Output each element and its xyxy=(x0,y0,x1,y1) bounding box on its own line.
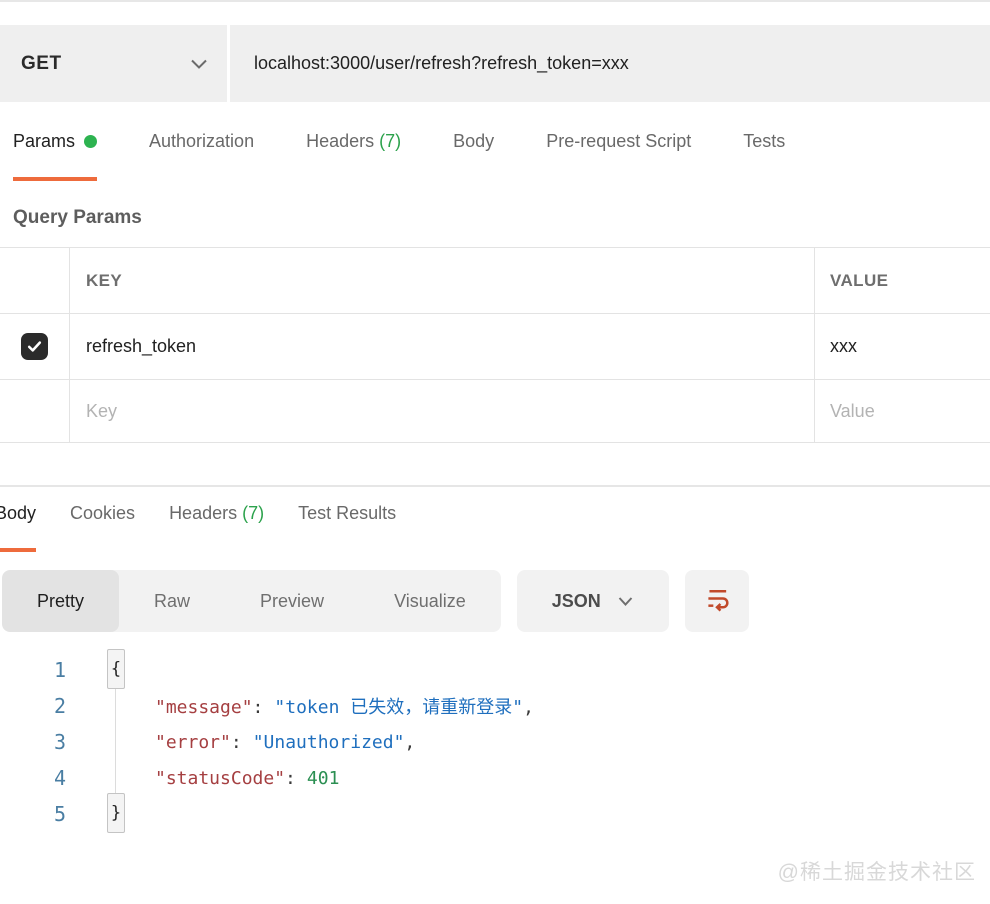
response-tab-cookies[interactable]: Cookies xyxy=(70,502,135,552)
json-string-value: "Unauthorized" xyxy=(253,732,405,753)
response-tab-body[interactable]: Body xyxy=(0,502,36,552)
params-active-dot xyxy=(84,135,97,148)
chevron-down-icon xyxy=(617,596,634,607)
tab-params-label: Params xyxy=(13,131,75,151)
top-divider xyxy=(0,0,990,2)
line-number: 3 xyxy=(0,730,68,754)
wrap-text-button[interactable] xyxy=(685,570,749,632)
response-view-controls: Pretty Raw Preview Visualize JSON xyxy=(2,570,990,632)
table-row: refresh_token xxx xyxy=(0,314,990,380)
header-checkbox-cell xyxy=(0,248,70,313)
query-params-table: KEY VALUE refresh_token xxx Key Value xyxy=(0,247,990,443)
line-number: 4 xyxy=(0,766,68,790)
fold-gutter: } xyxy=(68,796,124,832)
fold-marker-open-brace[interactable]: { xyxy=(107,649,125,689)
url-input[interactable]: localhost:3000/user/refresh?refresh_toke… xyxy=(230,25,990,102)
format-label: JSON xyxy=(552,591,601,612)
line-number: 2 xyxy=(0,694,68,718)
fold-marker-close-brace[interactable]: } xyxy=(107,793,125,833)
header-key-cell: KEY xyxy=(70,248,815,313)
json-comma: , xyxy=(523,697,534,718)
response-tab-headers[interactable]: Headers (7) xyxy=(169,502,264,552)
tab-prerequest-script[interactable]: Pre-request Script xyxy=(546,130,691,181)
code-line: 4 "statusCode":401 xyxy=(0,760,990,796)
request-url-bar: GET localhost:3000/user/refresh?refresh_… xyxy=(0,25,990,102)
response-tab-headers-count: (7) xyxy=(242,503,264,523)
request-tabs: Params Authorization Headers (7) Body Pr… xyxy=(13,130,990,181)
value-column-header: VALUE xyxy=(830,271,888,291)
param-value-text: xxx xyxy=(830,336,857,357)
response-tab-test-results[interactable]: Test Results xyxy=(298,502,396,552)
json-colon: : xyxy=(285,768,296,789)
json-comma: , xyxy=(404,732,415,753)
param-key-cell[interactable]: refresh_token xyxy=(70,314,815,379)
format-dropdown[interactable]: JSON xyxy=(517,570,669,632)
query-params-title: Query Params xyxy=(13,205,990,231)
response-tab-body-label: Body xyxy=(0,503,36,523)
tab-headers[interactable]: Headers (7) xyxy=(306,130,401,181)
text-wrap-icon xyxy=(703,586,731,617)
view-mode-raw[interactable]: Raw xyxy=(119,570,225,632)
fold-gutter xyxy=(68,760,124,796)
code-text: "error": "Unauthorized", xyxy=(155,732,415,753)
param-value-cell[interactable]: xxx xyxy=(815,314,990,379)
view-mode-switcher: Pretty Raw Preview Visualize xyxy=(2,570,501,632)
row-checkbox-cell xyxy=(0,314,70,379)
tab-tests[interactable]: Tests xyxy=(743,130,785,181)
tab-body[interactable]: Body xyxy=(453,130,494,181)
view-mode-preview[interactable]: Preview xyxy=(225,570,359,632)
tab-authorization[interactable]: Authorization xyxy=(149,130,254,181)
empty-key-cell[interactable]: Key xyxy=(70,380,815,442)
tab-headers-count: (7) xyxy=(379,131,401,151)
response-divider xyxy=(0,485,990,487)
json-key: "message" xyxy=(155,697,253,718)
json-number-value: 401 xyxy=(307,768,340,789)
key-column-header: KEY xyxy=(86,271,122,291)
tab-params[interactable]: Params xyxy=(13,130,97,181)
fold-gutter: { xyxy=(68,652,124,688)
response-body-editor: 1 { 2 "message": "token 已失效，请重新登录", 3 "er… xyxy=(0,652,990,832)
json-key: "statusCode" xyxy=(155,768,285,789)
method-label: GET xyxy=(21,53,62,75)
code-line: 2 "message": "token 已失效，请重新登录", xyxy=(0,688,990,724)
tab-prerequest-label: Pre-request Script xyxy=(546,131,691,151)
code-text: "statusCode":401 xyxy=(155,768,339,789)
fold-gutter xyxy=(68,688,124,724)
chevron-down-icon xyxy=(189,58,209,70)
watermark-text: @稀土掘金技术社区 xyxy=(778,856,976,886)
header-value-cell: VALUE xyxy=(815,248,990,313)
json-string-value: "token 已失效，请重新登录" xyxy=(274,697,523,718)
response-tab-headers-label: Headers xyxy=(169,503,237,523)
value-placeholder: Value xyxy=(830,401,875,422)
line-number: 1 xyxy=(0,658,68,682)
fold-gutter xyxy=(68,724,124,760)
key-placeholder: Key xyxy=(86,401,117,422)
response-tab-cookies-label: Cookies xyxy=(70,503,135,523)
response-tabs: Body Cookies Headers (7) Test Results xyxy=(0,502,990,552)
response-tab-test-results-label: Test Results xyxy=(298,503,396,523)
empty-checkbox-cell xyxy=(0,380,70,442)
json-colon: : xyxy=(231,732,242,753)
param-checkbox[interactable] xyxy=(21,333,48,360)
param-key-text: refresh_token xyxy=(86,336,196,357)
code-line: 1 { xyxy=(0,652,990,688)
view-mode-visualize[interactable]: Visualize xyxy=(359,570,501,632)
tab-tests-label: Tests xyxy=(743,131,785,151)
line-number: 5 xyxy=(0,802,68,826)
tab-headers-label: Headers xyxy=(306,131,374,151)
url-text: localhost:3000/user/refresh?refresh_toke… xyxy=(254,53,629,74)
code-line: 3 "error": "Unauthorized", xyxy=(0,724,990,760)
empty-value-cell[interactable]: Value xyxy=(815,380,990,442)
tab-authorization-label: Authorization xyxy=(149,131,254,151)
view-mode-pretty[interactable]: Pretty xyxy=(2,570,119,632)
json-key: "error" xyxy=(155,732,231,753)
table-header-row: KEY VALUE xyxy=(0,248,990,314)
code-text: "message": "token 已失效，请重新登录", xyxy=(155,693,534,719)
json-colon: : xyxy=(253,697,264,718)
table-row-empty: Key Value xyxy=(0,380,990,443)
tab-body-label: Body xyxy=(453,131,494,151)
code-line: 5 } xyxy=(0,796,990,832)
method-dropdown[interactable]: GET xyxy=(0,25,227,102)
